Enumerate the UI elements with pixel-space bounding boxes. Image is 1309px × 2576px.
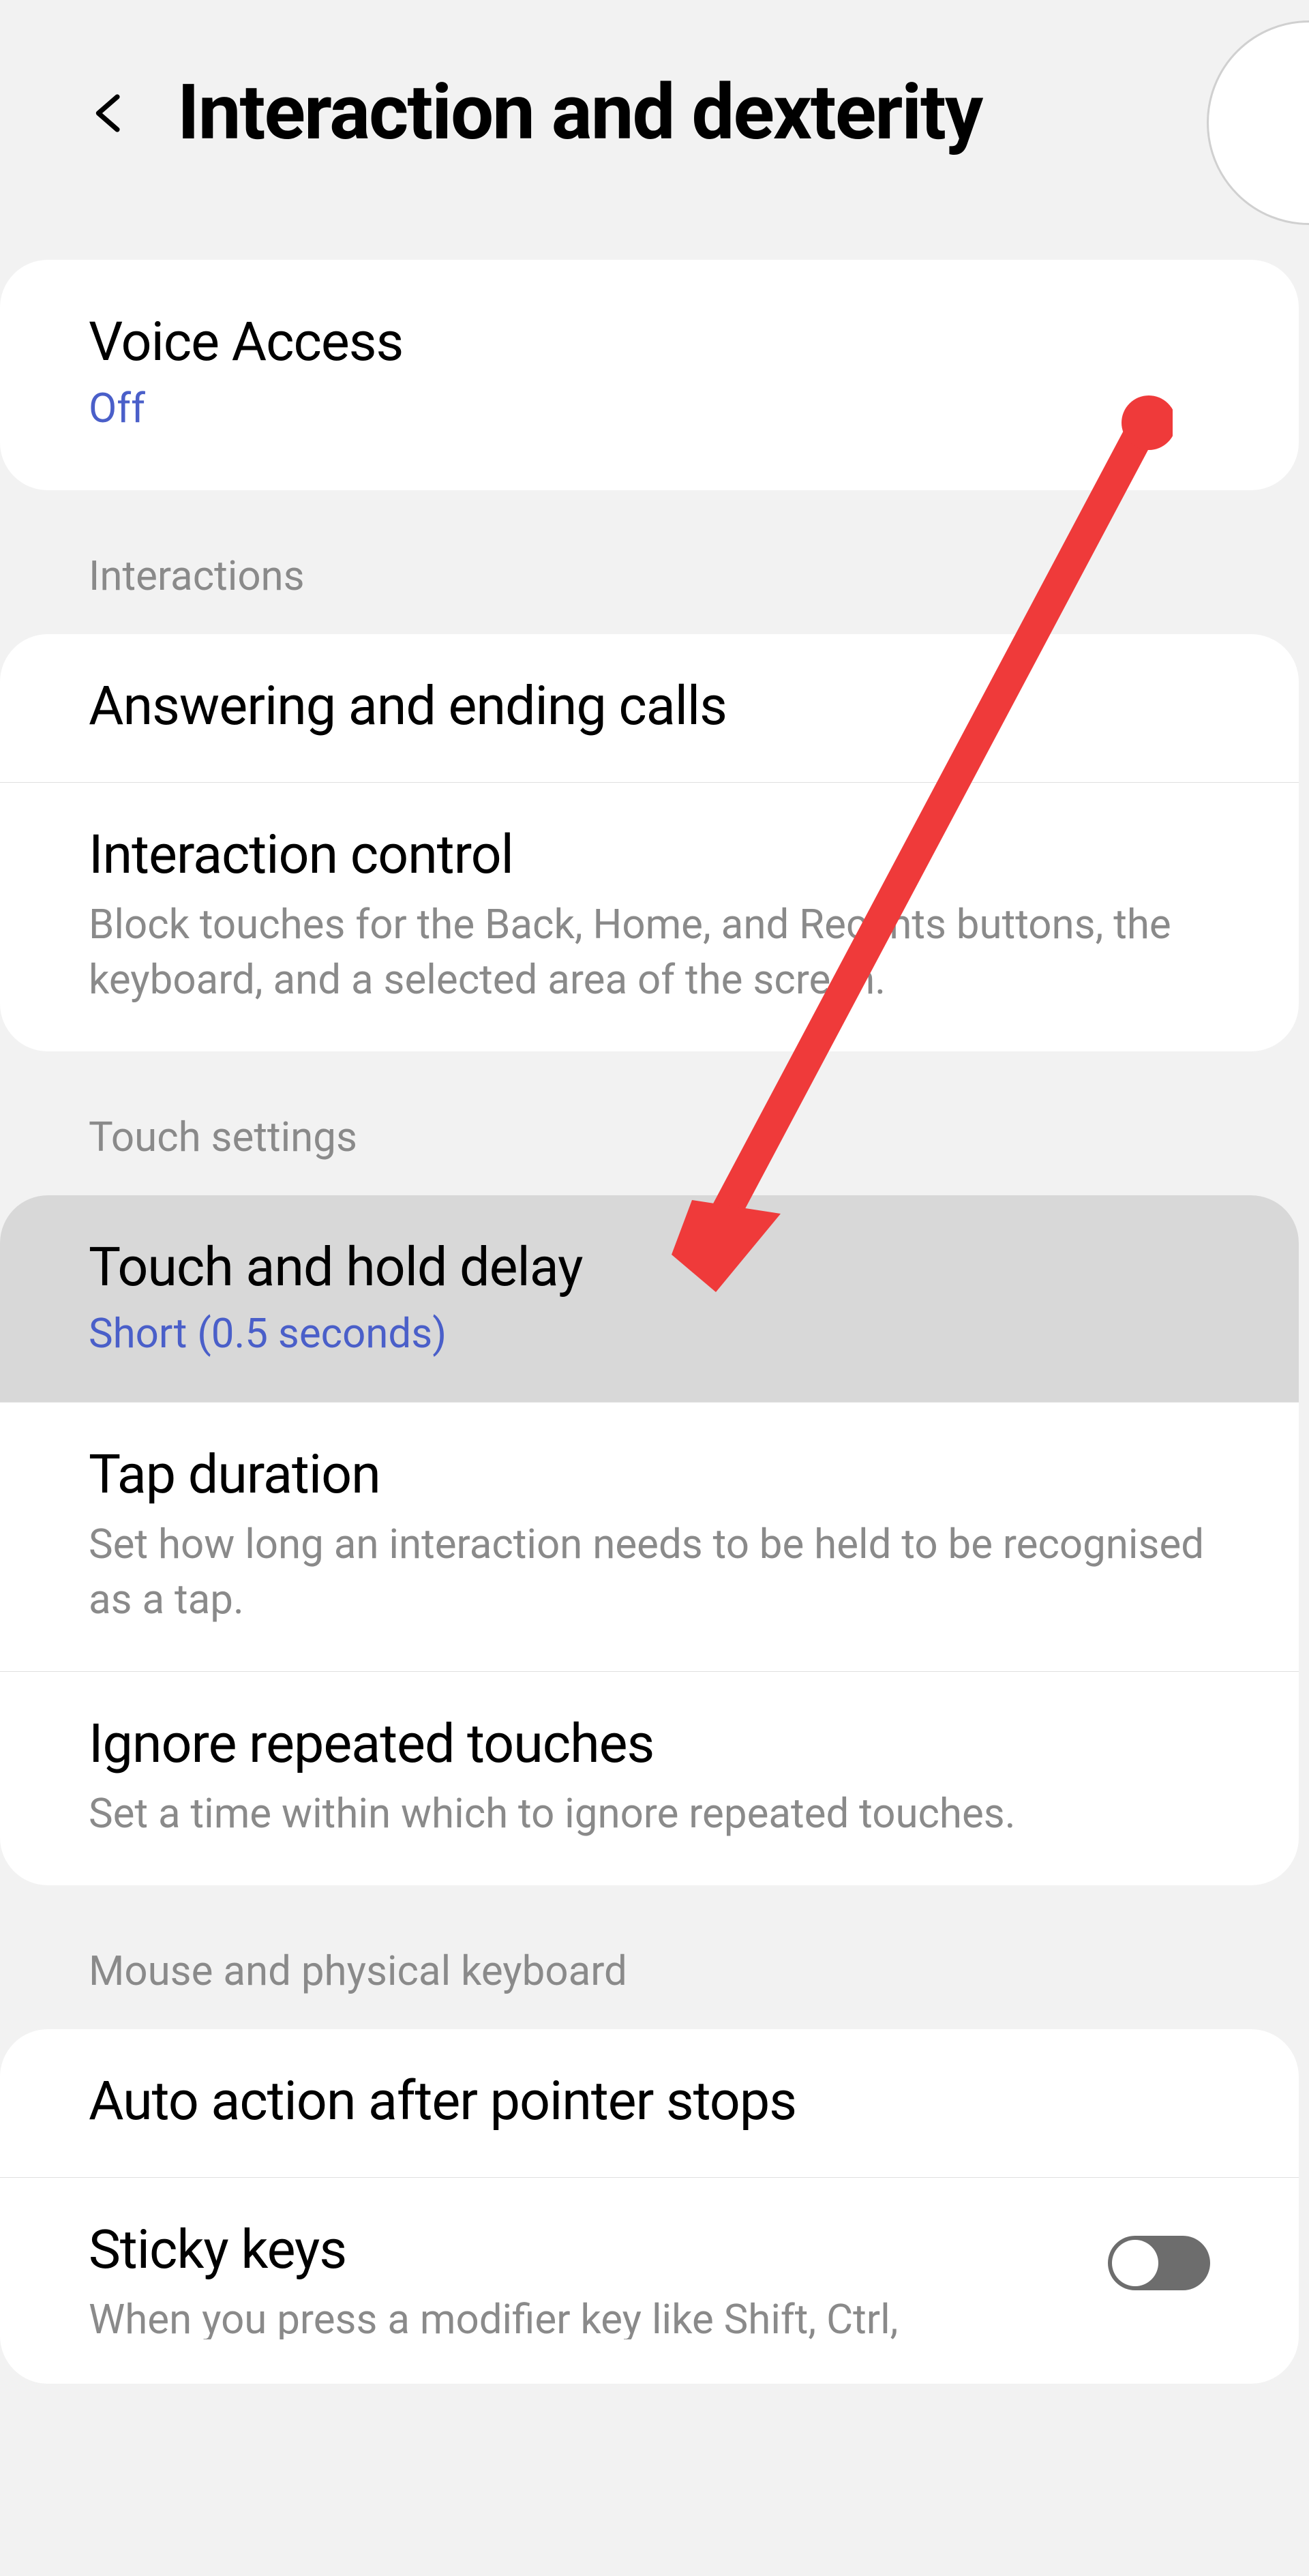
mouse-keyboard-section-header: Mouse and physical keyboard xyxy=(0,1885,1309,2029)
touch-settings-section-header: Touch settings xyxy=(0,1051,1309,1195)
tap-duration-item[interactable]: Tap duration Set how long an interaction… xyxy=(0,1403,1299,1672)
touch-hold-delay-item[interactable]: Touch and hold delay Short (0.5 seconds) xyxy=(0,1195,1299,1403)
interactions-card: Answering and ending calls Interaction c… xyxy=(0,634,1299,1051)
sticky-keys-item[interactable]: Sticky keys When you press a modifier ke… xyxy=(0,2178,1299,2384)
toggle-knob xyxy=(1112,2240,1158,2286)
auto-action-title: Auto action after pointer stops xyxy=(89,2070,1210,2133)
ignore-repeated-touches-description: Set a time within which to ignore repeat… xyxy=(89,1786,1210,1841)
back-arrow-icon xyxy=(89,93,130,134)
voice-access-title: Voice Access xyxy=(89,311,1210,374)
interaction-control-title: Interaction control xyxy=(89,824,1210,886)
interactions-section-header: Interactions xyxy=(0,490,1309,634)
header-bar: Interaction and dexterity xyxy=(0,0,1309,246)
sticky-keys-description: When you press a modifier key like Shift… xyxy=(89,2292,1108,2339)
sticky-keys-text: Sticky keys When you press a modifier ke… xyxy=(89,2219,1108,2339)
back-button[interactable] xyxy=(89,93,130,134)
page-title: Interaction and dexterity xyxy=(177,68,982,158)
ignore-repeated-touches-title: Ignore repeated touches xyxy=(89,1713,1210,1776)
voice-access-card: Voice Access Off xyxy=(0,260,1299,490)
sticky-keys-title: Sticky keys xyxy=(89,2219,1108,2281)
sticky-keys-toggle[interactable] xyxy=(1108,2236,1210,2290)
mouse-keyboard-card: Auto action after pointer stops Sticky k… xyxy=(0,2029,1299,2384)
answering-calls-item[interactable]: Answering and ending calls xyxy=(0,634,1299,783)
voice-access-status: Off xyxy=(89,384,1210,432)
ignore-repeated-touches-item[interactable]: Ignore repeated touches Set a time withi… xyxy=(0,1672,1299,1885)
voice-access-item[interactable]: Voice Access Off xyxy=(0,267,1299,483)
interaction-control-item[interactable]: Interaction control Block touches for th… xyxy=(0,783,1299,1051)
tap-duration-description: Set how long an interaction needs to be … xyxy=(89,1516,1210,1627)
answering-calls-title: Answering and ending calls xyxy=(89,675,1210,738)
tap-duration-title: Tap duration xyxy=(89,1443,1210,1506)
touch-hold-delay-status: Short (0.5 seconds) xyxy=(89,1309,1210,1358)
touch-settings-card: Touch and hold delay Short (0.5 seconds)… xyxy=(0,1195,1299,1885)
touch-hold-delay-title: Touch and hold delay xyxy=(89,1236,1210,1299)
interaction-control-description: Block touches for the Back, Home, and Re… xyxy=(89,897,1210,1007)
auto-action-item[interactable]: Auto action after pointer stops xyxy=(0,2029,1299,2178)
